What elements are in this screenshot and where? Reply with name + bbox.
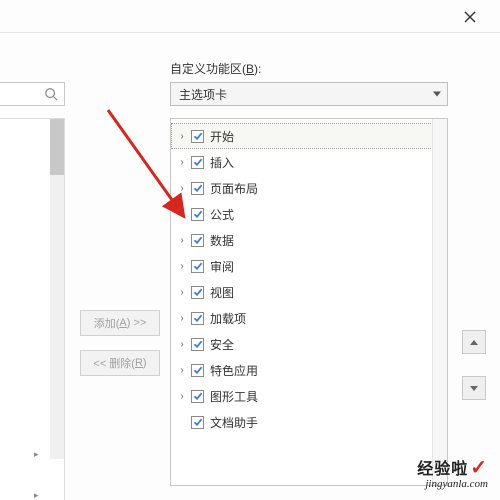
chevron-right-icon[interactable]: ›	[177, 339, 187, 350]
chevron-right-icon[interactable]: ›	[177, 391, 187, 402]
close-button[interactable]	[450, 4, 490, 30]
tree-expand-marker[interactable]: ▸	[34, 449, 39, 460]
tree-item-label: 页面布局	[210, 180, 258, 197]
left-scroll-thumb[interactable]	[50, 119, 64, 175]
tree-item-label: 审阅	[210, 258, 234, 275]
btn-text: 添加(	[94, 315, 120, 331]
tree-item-label: 特色应用	[210, 362, 258, 379]
btn-text: )	[143, 357, 147, 369]
left-commands-panel: ▸ ▸ ▸	[0, 118, 65, 500]
transfer-buttons: 添加(A) >> << 删除(R)	[80, 310, 160, 390]
move-down-button[interactable]	[462, 376, 486, 400]
tree-item-label: 开始	[210, 128, 234, 145]
tree-item[interactable]: › 开始	[171, 123, 447, 149]
close-icon	[464, 11, 476, 23]
tree-item[interactable]: › 特色应用	[171, 357, 447, 383]
checkbox[interactable]	[191, 416, 204, 429]
tree-item[interactable]: › 公式	[171, 201, 447, 227]
checkbox[interactable]	[191, 208, 204, 221]
checkbox[interactable]	[191, 312, 204, 325]
label-text: ):	[254, 62, 261, 76]
tree-item[interactable]: › 图形工具	[171, 383, 447, 409]
chevron-right-icon[interactable]: ›	[177, 365, 187, 376]
reorder-buttons	[462, 330, 486, 422]
label-hotkey: B	[246, 62, 254, 76]
btn-hotkey: R	[135, 357, 143, 369]
btn-text: << 删除(	[93, 355, 135, 371]
tree-item[interactable]: › 数据	[171, 227, 447, 253]
checkbox[interactable]	[191, 364, 204, 377]
tree-item-label: 文档助手	[210, 414, 258, 431]
ribbon-tabs-tree[interactable]: › 开始 › 插入 › 页面布局 › 公式 › 数据 › 审阅 › 视图 › 加载项 › 安全 › 特色应用 › 图形工具…	[170, 118, 448, 486]
tree-item[interactable]: › 视图	[171, 279, 447, 305]
left-scrollbar[interactable]	[50, 119, 64, 459]
chevron-right-icon[interactable]: ›	[177, 313, 187, 324]
checkbox[interactable]	[191, 182, 204, 195]
checkbox[interactable]	[191, 338, 204, 351]
customize-ribbon-label: 自定义功能区(B):	[170, 60, 261, 77]
chevron-right-icon[interactable]: ›	[177, 261, 187, 272]
chevron-right-icon[interactable]: ›	[177, 131, 187, 142]
checkbox[interactable]	[191, 156, 204, 169]
tree-expand-marker[interactable]: ▸	[34, 490, 39, 500]
tree-item[interactable]: › 页面布局	[171, 175, 447, 201]
tree-item-label: 加载项	[210, 310, 246, 327]
tree-item-label: 数据	[210, 232, 234, 249]
left-tree-markers: ▸ ▸ ▸	[34, 419, 39, 500]
tree-item-label: 视图	[210, 284, 234, 301]
watermark-check-icon: ✓	[470, 457, 488, 479]
checkbox[interactable]	[191, 390, 204, 403]
header-divider	[0, 32, 500, 33]
move-up-button[interactable]	[462, 330, 486, 354]
dialog-window: 令 ▸ ▸ ▸ 自定义功能区(B): 主选项卡 添加(A) >> << 删除(R…	[0, 0, 500, 500]
tree-item-label: 公式	[210, 206, 234, 223]
tree-item-label: 安全	[210, 336, 234, 353]
tree-item[interactable]: 文档助手	[171, 409, 447, 435]
remove-button[interactable]: << 删除(R)	[80, 350, 160, 376]
checkbox[interactable]	[191, 260, 204, 273]
chevron-right-icon[interactable]: ›	[177, 157, 187, 168]
tree-item[interactable]: › 加载项	[171, 305, 447, 331]
chevron-right-icon[interactable]: ›	[177, 287, 187, 298]
checkbox[interactable]	[191, 130, 204, 143]
tree-item-label: 图形工具	[210, 388, 258, 405]
tree-item[interactable]: › 安全	[171, 331, 447, 357]
search-input[interactable]	[0, 82, 65, 106]
tree-item[interactable]: › 审阅	[171, 253, 447, 279]
checkbox[interactable]	[191, 234, 204, 247]
tree-scrollbar[interactable]	[432, 119, 447, 485]
search-icon	[44, 87, 58, 101]
tree-item-label: 插入	[210, 154, 234, 171]
chevron-right-icon[interactable]: ›	[177, 183, 187, 194]
main-tabs-dropdown[interactable]: 主选项卡	[170, 82, 448, 106]
chevron-down-icon	[433, 92, 441, 97]
checkbox[interactable]	[191, 286, 204, 299]
chevron-right-icon[interactable]: ›	[177, 235, 187, 246]
btn-hotkey: A	[119, 317, 126, 329]
chevron-up-icon	[470, 340, 478, 345]
btn-text: ) >>	[127, 317, 147, 329]
dropdown-selected-value: 主选项卡	[179, 86, 227, 103]
chevron-right-icon[interactable]: ›	[177, 209, 187, 220]
add-button[interactable]: 添加(A) >>	[80, 310, 160, 336]
tree-item[interactable]: › 插入	[171, 149, 447, 175]
label-text: 自定义功能区(	[170, 62, 246, 76]
chevron-down-icon	[470, 386, 478, 391]
